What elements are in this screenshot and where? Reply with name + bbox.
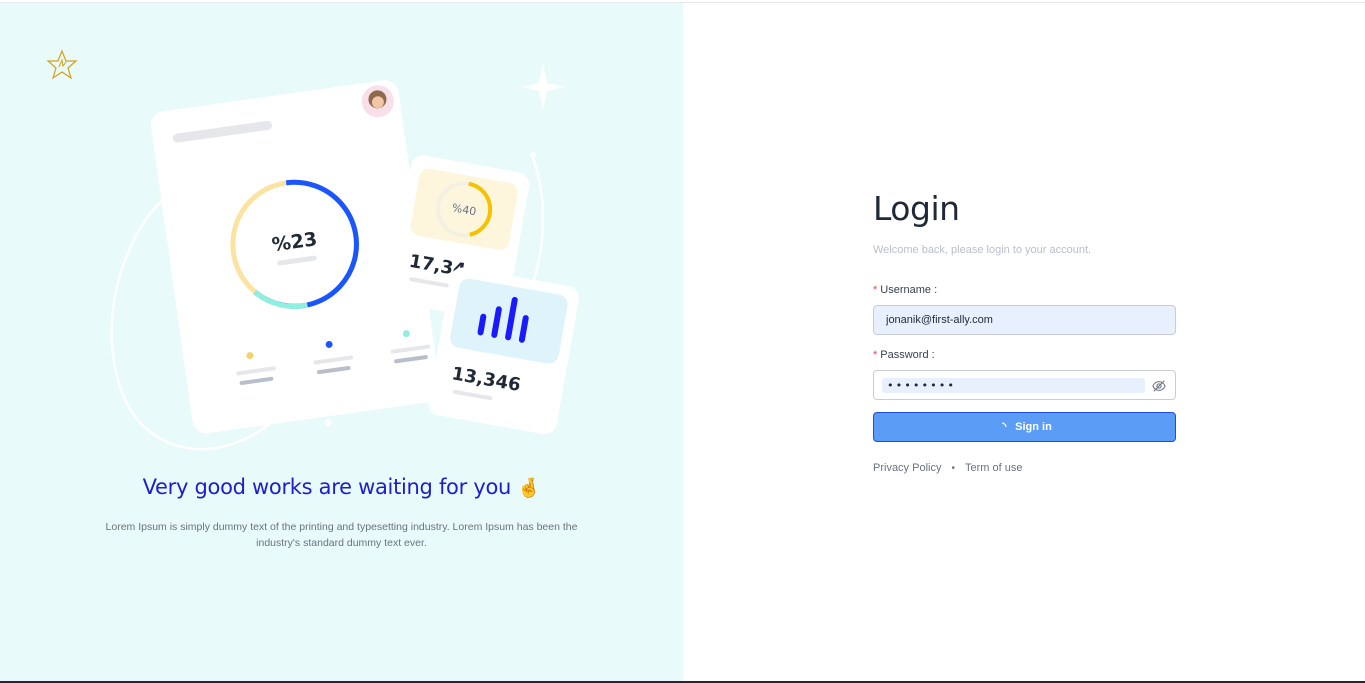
password-field[interactable] [873,370,1176,400]
username-field[interactable] [873,305,1176,335]
sign-in-button[interactable]: Sign in [873,412,1176,442]
login-panel: Login Welcome back, please login to your… [683,3,1365,681]
hero-title-text: Very good works are waiting for you [142,475,512,499]
hero-panel: %23 %40 17,34 13,346 Very good works are… [0,3,683,681]
password-autofill-area [882,378,1145,393]
privacy-policy-link[interactable]: Privacy Policy [873,462,941,474]
required-marker: * [873,349,878,361]
sparkle-outline-icon [46,49,78,80]
sparkle-icon [521,63,565,111]
hero-description: Lorem Ipsum is simply dummy text of the … [105,521,578,549]
footer-links: Privacy Policy • Term of use [873,462,1022,474]
password-label-text: Password : [880,349,935,361]
eye-slash-icon[interactable] [1152,379,1166,393]
hero-illustration: %23 %40 17,34 13,346 [46,49,579,451]
password-input[interactable] [882,378,1145,393]
username-label-text: Username : [880,284,938,296]
crossed-fingers-emoji: 🤞 [517,477,541,499]
bar-chart-card: 13,346 [428,267,579,435]
password-label: * Password : [873,349,935,361]
sign-in-label: Sign in [1015,421,1052,433]
terms-link[interactable]: Term of use [965,462,1022,474]
login-title: Login [873,189,960,228]
loading-spinner-icon [1002,422,1007,428]
hero-title: Very good works are waiting for you 🤞 [0,475,683,499]
login-subtitle: Welcome back, please login to your accou… [873,244,1092,256]
username-label: * Username : [873,284,937,296]
required-marker: * [873,284,878,296]
username-input[interactable] [874,306,1175,334]
link-separator: • [951,462,955,474]
